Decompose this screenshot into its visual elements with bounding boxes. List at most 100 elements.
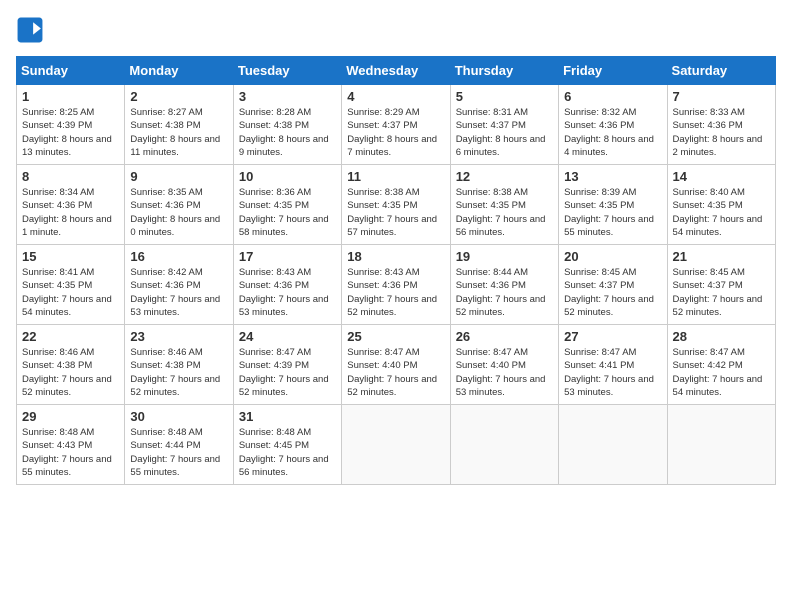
- cell-content: Sunrise: 8:38 AMSunset: 4:35 PMDaylight:…: [456, 187, 546, 238]
- cell-content: Sunrise: 8:27 AMSunset: 4:38 PMDaylight:…: [130, 107, 220, 158]
- calendar-cell: 26 Sunrise: 8:47 AMSunset: 4:40 PMDaylig…: [450, 325, 558, 405]
- cell-content: Sunrise: 8:47 AMSunset: 4:42 PMDaylight:…: [673, 347, 763, 398]
- day-number: 18: [347, 249, 444, 264]
- logo-icon: [16, 16, 44, 44]
- day-number: 31: [239, 409, 336, 424]
- cell-content: Sunrise: 8:25 AMSunset: 4:39 PMDaylight:…: [22, 107, 112, 158]
- calendar-week-3: 15 Sunrise: 8:41 AMSunset: 4:35 PMDaylig…: [17, 245, 776, 325]
- cell-content: Sunrise: 8:35 AMSunset: 4:36 PMDaylight:…: [130, 187, 220, 238]
- cell-content: Sunrise: 8:42 AMSunset: 4:36 PMDaylight:…: [130, 267, 220, 318]
- calendar-cell: 23 Sunrise: 8:46 AMSunset: 4:38 PMDaylig…: [125, 325, 233, 405]
- calendar-cell: 25 Sunrise: 8:47 AMSunset: 4:40 PMDaylig…: [342, 325, 450, 405]
- day-number: 19: [456, 249, 553, 264]
- calendar-cell: 29 Sunrise: 8:48 AMSunset: 4:43 PMDaylig…: [17, 405, 125, 485]
- cell-content: Sunrise: 8:44 AMSunset: 4:36 PMDaylight:…: [456, 267, 546, 318]
- calendar-week-1: 1 Sunrise: 8:25 AMSunset: 4:39 PMDayligh…: [17, 85, 776, 165]
- day-number: 16: [130, 249, 227, 264]
- calendar-cell: 2 Sunrise: 8:27 AMSunset: 4:38 PMDayligh…: [125, 85, 233, 165]
- calendar-table: SundayMondayTuesdayWednesdayThursdayFrid…: [16, 56, 776, 485]
- cell-content: Sunrise: 8:33 AMSunset: 4:36 PMDaylight:…: [673, 107, 763, 158]
- page-header: [16, 16, 776, 44]
- cell-content: Sunrise: 8:47 AMSunset: 4:40 PMDaylight:…: [347, 347, 437, 398]
- day-number: 8: [22, 169, 119, 184]
- calendar-cell: [450, 405, 558, 485]
- cell-content: Sunrise: 8:31 AMSunset: 4:37 PMDaylight:…: [456, 107, 546, 158]
- cell-content: Sunrise: 8:43 AMSunset: 4:36 PMDaylight:…: [239, 267, 329, 318]
- cell-content: Sunrise: 8:46 AMSunset: 4:38 PMDaylight:…: [130, 347, 220, 398]
- calendar-cell: 5 Sunrise: 8:31 AMSunset: 4:37 PMDayligh…: [450, 85, 558, 165]
- cell-content: Sunrise: 8:39 AMSunset: 4:35 PMDaylight:…: [564, 187, 654, 238]
- calendar-cell: 6 Sunrise: 8:32 AMSunset: 4:36 PMDayligh…: [559, 85, 667, 165]
- column-header-friday: Friday: [559, 57, 667, 85]
- calendar-cell: 31 Sunrise: 8:48 AMSunset: 4:45 PMDaylig…: [233, 405, 341, 485]
- calendar-cell: 3 Sunrise: 8:28 AMSunset: 4:38 PMDayligh…: [233, 85, 341, 165]
- day-number: 25: [347, 329, 444, 344]
- day-number: 15: [22, 249, 119, 264]
- cell-content: Sunrise: 8:47 AMSunset: 4:41 PMDaylight:…: [564, 347, 654, 398]
- day-number: 4: [347, 89, 444, 104]
- day-number: 9: [130, 169, 227, 184]
- cell-content: Sunrise: 8:41 AMSunset: 4:35 PMDaylight:…: [22, 267, 112, 318]
- day-number: 5: [456, 89, 553, 104]
- cell-content: Sunrise: 8:48 AMSunset: 4:45 PMDaylight:…: [239, 427, 329, 478]
- calendar-cell: 30 Sunrise: 8:48 AMSunset: 4:44 PMDaylig…: [125, 405, 233, 485]
- calendar-cell: 8 Sunrise: 8:34 AMSunset: 4:36 PMDayligh…: [17, 165, 125, 245]
- calendar-cell: [559, 405, 667, 485]
- calendar-cell: 7 Sunrise: 8:33 AMSunset: 4:36 PMDayligh…: [667, 85, 775, 165]
- day-number: 29: [22, 409, 119, 424]
- day-number: 2: [130, 89, 227, 104]
- cell-content: Sunrise: 8:28 AMSunset: 4:38 PMDaylight:…: [239, 107, 329, 158]
- cell-content: Sunrise: 8:38 AMSunset: 4:35 PMDaylight:…: [347, 187, 437, 238]
- cell-content: Sunrise: 8:34 AMSunset: 4:36 PMDaylight:…: [22, 187, 112, 238]
- day-number: 10: [239, 169, 336, 184]
- day-number: 6: [564, 89, 661, 104]
- cell-content: Sunrise: 8:36 AMSunset: 4:35 PMDaylight:…: [239, 187, 329, 238]
- day-number: 17: [239, 249, 336, 264]
- logo: [16, 16, 50, 44]
- day-number: 7: [673, 89, 770, 104]
- day-number: 1: [22, 89, 119, 104]
- column-header-sunday: Sunday: [17, 57, 125, 85]
- day-number: 22: [22, 329, 119, 344]
- cell-content: Sunrise: 8:43 AMSunset: 4:36 PMDaylight:…: [347, 267, 437, 318]
- day-number: 14: [673, 169, 770, 184]
- cell-content: Sunrise: 8:47 AMSunset: 4:40 PMDaylight:…: [456, 347, 546, 398]
- day-number: 24: [239, 329, 336, 344]
- cell-content: Sunrise: 8:45 AMSunset: 4:37 PMDaylight:…: [673, 267, 763, 318]
- day-number: 26: [456, 329, 553, 344]
- calendar-cell: 24 Sunrise: 8:47 AMSunset: 4:39 PMDaylig…: [233, 325, 341, 405]
- calendar-cell: 13 Sunrise: 8:39 AMSunset: 4:35 PMDaylig…: [559, 165, 667, 245]
- day-number: 21: [673, 249, 770, 264]
- calendar-cell: 15 Sunrise: 8:41 AMSunset: 4:35 PMDaylig…: [17, 245, 125, 325]
- cell-content: Sunrise: 8:48 AMSunset: 4:44 PMDaylight:…: [130, 427, 220, 478]
- day-number: 30: [130, 409, 227, 424]
- day-number: 23: [130, 329, 227, 344]
- calendar-cell: [667, 405, 775, 485]
- cell-content: Sunrise: 8:29 AMSunset: 4:37 PMDaylight:…: [347, 107, 437, 158]
- calendar-cell: 27 Sunrise: 8:47 AMSunset: 4:41 PMDaylig…: [559, 325, 667, 405]
- day-number: 20: [564, 249, 661, 264]
- cell-content: Sunrise: 8:46 AMSunset: 4:38 PMDaylight:…: [22, 347, 112, 398]
- calendar-cell: 21 Sunrise: 8:45 AMSunset: 4:37 PMDaylig…: [667, 245, 775, 325]
- day-number: 11: [347, 169, 444, 184]
- column-header-wednesday: Wednesday: [342, 57, 450, 85]
- day-number: 3: [239, 89, 336, 104]
- calendar-cell: 14 Sunrise: 8:40 AMSunset: 4:35 PMDaylig…: [667, 165, 775, 245]
- calendar-cell: 19 Sunrise: 8:44 AMSunset: 4:36 PMDaylig…: [450, 245, 558, 325]
- day-number: 13: [564, 169, 661, 184]
- calendar-cell: [342, 405, 450, 485]
- calendar-cell: 12 Sunrise: 8:38 AMSunset: 4:35 PMDaylig…: [450, 165, 558, 245]
- calendar-cell: 16 Sunrise: 8:42 AMSunset: 4:36 PMDaylig…: [125, 245, 233, 325]
- calendar-cell: 18 Sunrise: 8:43 AMSunset: 4:36 PMDaylig…: [342, 245, 450, 325]
- calendar-cell: 10 Sunrise: 8:36 AMSunset: 4:35 PMDaylig…: [233, 165, 341, 245]
- column-header-thursday: Thursday: [450, 57, 558, 85]
- day-number: 27: [564, 329, 661, 344]
- calendar-cell: 11 Sunrise: 8:38 AMSunset: 4:35 PMDaylig…: [342, 165, 450, 245]
- column-header-tuesday: Tuesday: [233, 57, 341, 85]
- cell-content: Sunrise: 8:40 AMSunset: 4:35 PMDaylight:…: [673, 187, 763, 238]
- cell-content: Sunrise: 8:45 AMSunset: 4:37 PMDaylight:…: [564, 267, 654, 318]
- calendar-cell: 20 Sunrise: 8:45 AMSunset: 4:37 PMDaylig…: [559, 245, 667, 325]
- calendar-cell: 1 Sunrise: 8:25 AMSunset: 4:39 PMDayligh…: [17, 85, 125, 165]
- column-header-monday: Monday: [125, 57, 233, 85]
- cell-content: Sunrise: 8:47 AMSunset: 4:39 PMDaylight:…: [239, 347, 329, 398]
